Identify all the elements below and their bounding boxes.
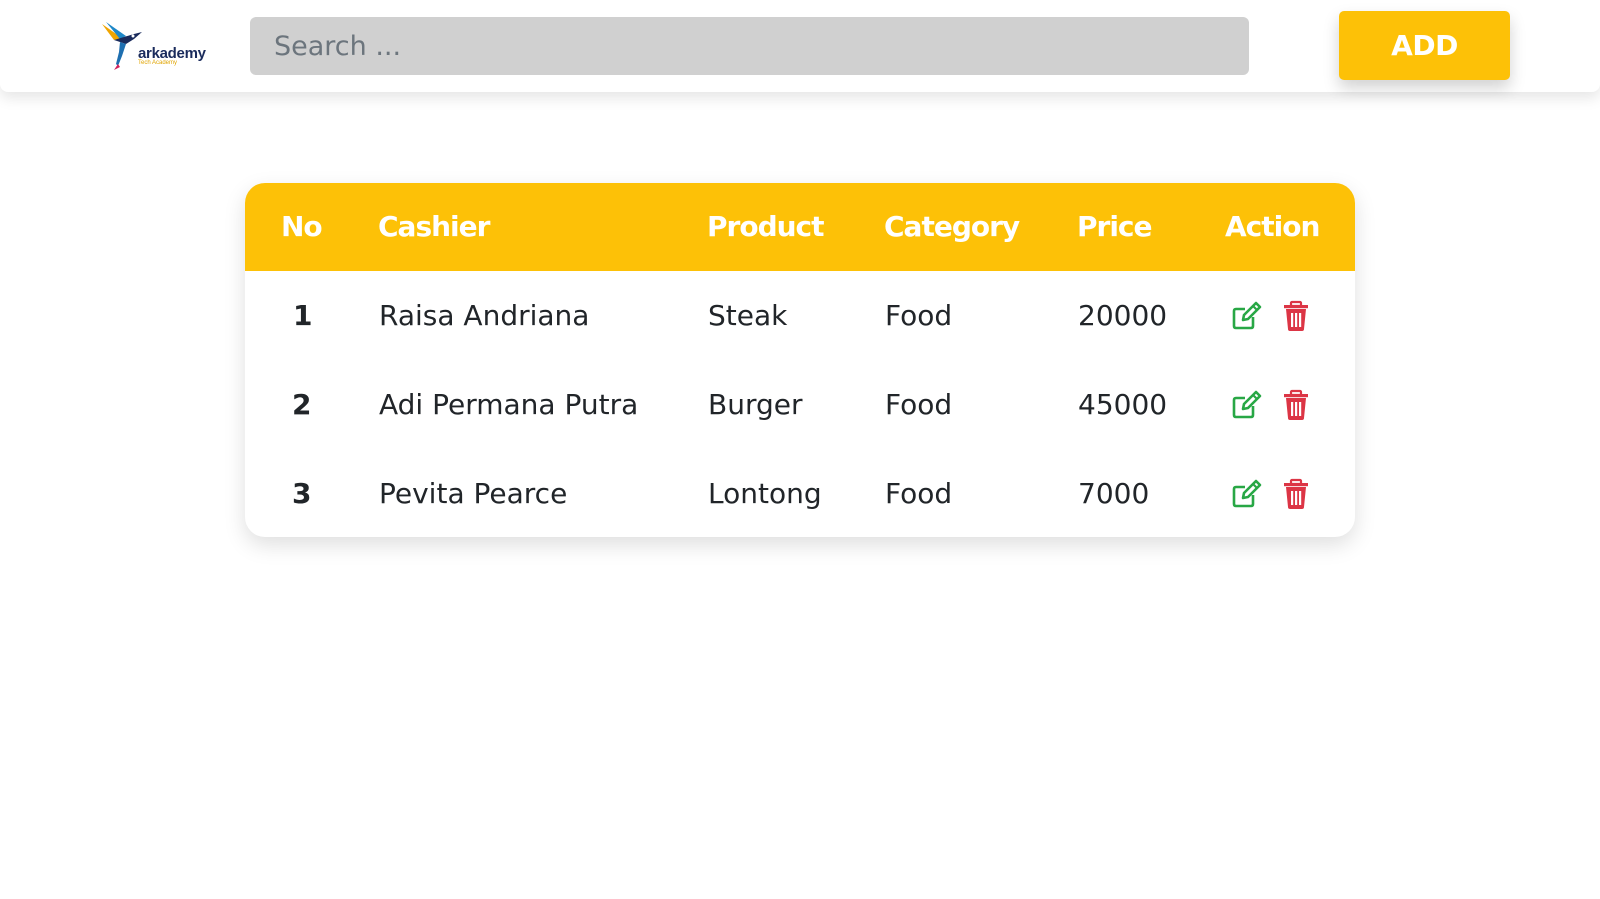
edit-icon[interactable] <box>1231 300 1263 332</box>
table-row: 3 Pevita Pearce Lontong Food 7000 <box>245 449 1355 537</box>
cell-no: 1 <box>293 299 313 332</box>
header-price: Price <box>1077 210 1153 243</box>
header-category: Category <box>884 210 1020 243</box>
cell-product: Steak <box>708 299 788 332</box>
cell-cashier: Pevita Pearce <box>379 477 568 510</box>
search-input[interactable] <box>250 17 1249 75</box>
table-row: 2 Adi Permana Putra Burger Food 45000 <box>245 360 1355 449</box>
table-header: No Cashier Product Category Price Action <box>245 183 1355 271</box>
cell-product: Lontong <box>708 477 822 510</box>
header-action: Action <box>1225 210 1320 243</box>
cell-product: Burger <box>708 388 803 421</box>
trash-icon[interactable] <box>1281 478 1313 510</box>
brand-logo[interactable]: arkademy Tech Academy <box>100 20 210 70</box>
cell-cashier: Adi Permana Putra <box>379 388 639 421</box>
cell-price: 20000 <box>1078 299 1168 332</box>
cell-price: 7000 <box>1078 477 1150 510</box>
cell-no: 2 <box>292 388 312 421</box>
header-product: Product <box>707 210 825 243</box>
transactions-table: No Cashier Product Category Price Action… <box>245 183 1355 537</box>
trash-icon[interactable] <box>1281 300 1313 332</box>
header-no: No <box>281 210 323 243</box>
add-button[interactable]: ADD <box>1339 11 1510 80</box>
cell-category: Food <box>885 299 953 332</box>
navbar: arkademy Tech Academy ADD <box>0 0 1600 92</box>
table-row: 1 Raisa Andriana Steak Food 20000 <box>245 271 1355 360</box>
cell-no: 3 <box>292 477 312 510</box>
edit-icon[interactable] <box>1231 389 1263 421</box>
header-cashier: Cashier <box>378 210 490 243</box>
cell-category: Food <box>885 388 953 421</box>
trash-icon[interactable] <box>1281 389 1313 421</box>
edit-icon[interactable] <box>1231 478 1263 510</box>
cell-category: Food <box>885 477 953 510</box>
cell-cashier: Raisa Andriana <box>379 299 590 332</box>
cell-price: 45000 <box>1078 388 1168 421</box>
logo-tagline: Tech Academy <box>138 60 178 66</box>
